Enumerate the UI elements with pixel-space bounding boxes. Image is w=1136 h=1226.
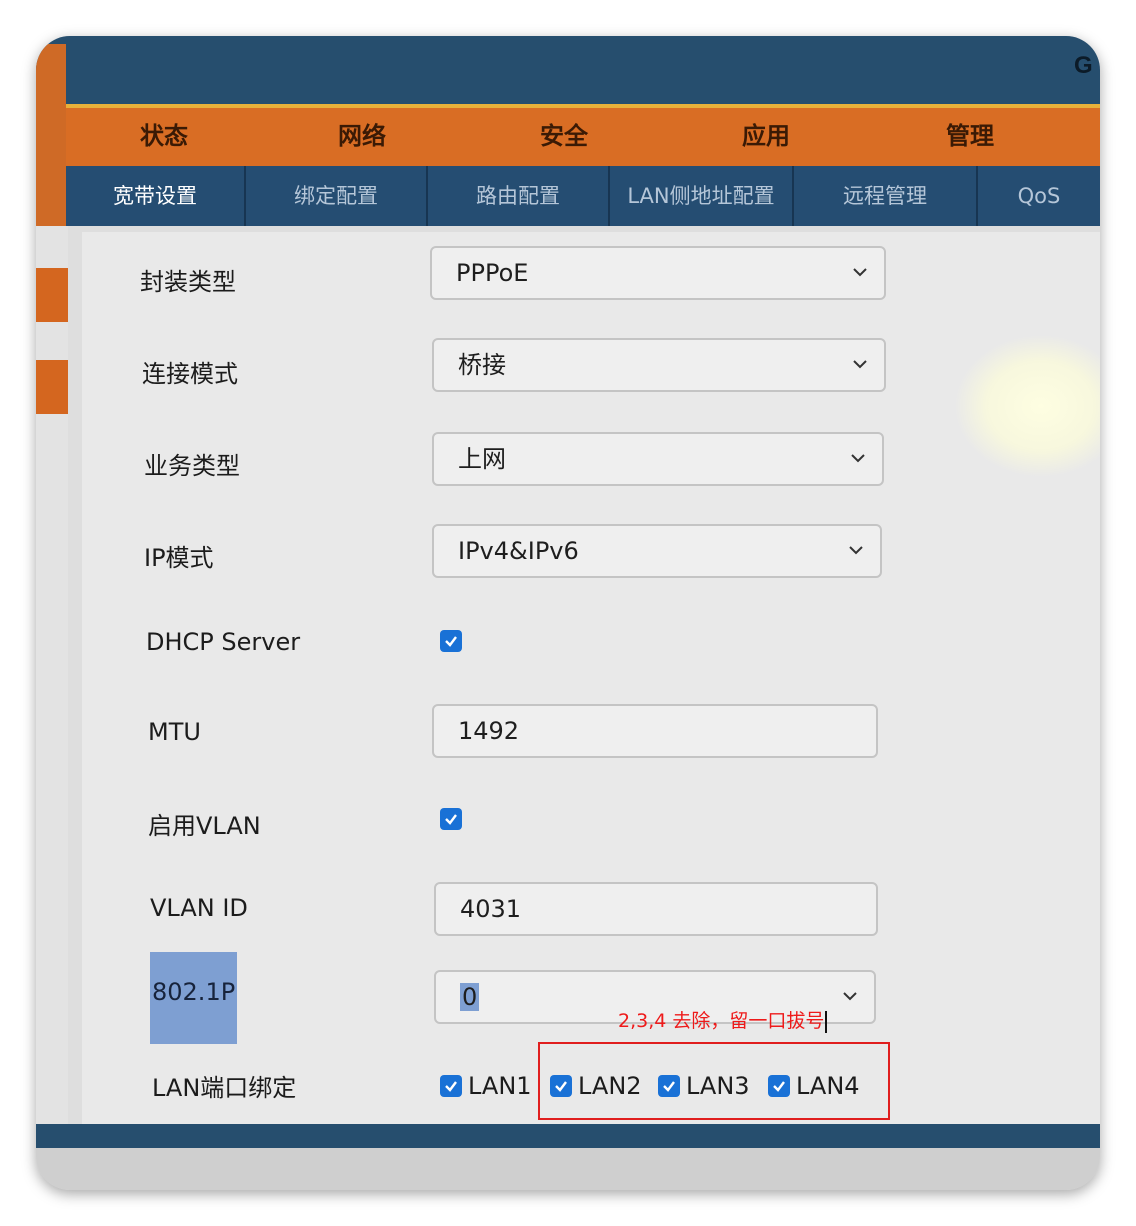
service-type-value: 上网 [458,445,506,473]
bottom-area [36,1148,1100,1190]
lan1-checkbox[interactable] [440,1075,462,1097]
lan-bind-label: LAN端口绑定 [152,1074,297,1102]
vlan-id-label: VLAN ID [150,894,248,922]
tab-qos[interactable]: QoS [978,166,1100,226]
left-accent-bar [36,44,66,234]
check-icon [445,814,457,825]
vlan-enable-checkbox[interactable] [440,808,462,830]
main-nav-status[interactable]: 状态 [140,116,188,151]
vlan-enable-label: 启用VLAN [148,812,261,840]
check-icon [445,1081,457,1092]
mtu-label: MTU [148,718,201,746]
chevron-down-icon [851,454,865,463]
screenshot-frame: G 状态 网络 安全 应用 管理 宽带设置 绑定配置 路由配置 LAN侧地址配置… [36,36,1100,1190]
p8021-value: 0 [460,983,480,1011]
encap-type-label: 封装类型 [140,268,236,296]
tab-broadband-settings[interactable]: 宽带设置 [66,166,246,226]
service-type-label: 业务类型 [144,452,240,480]
connection-mode-value: 桥接 [458,351,506,379]
top-header-bar: G [36,36,1100,108]
p8021-label: 802.1P [150,952,238,1044]
chevron-down-icon [843,992,857,1001]
main-nav: 状态 网络 安全 应用 管理 [66,104,1100,170]
service-type-select[interactable]: 上网 [432,432,884,486]
chevron-down-icon [853,360,867,369]
dhcp-server-label: DHCP Server [146,628,301,656]
dhcp-server-checkbox[interactable] [440,630,462,652]
vlan-id-input[interactable]: 4031 [434,882,878,936]
tab-routing-config[interactable]: 路由配置 [428,166,610,226]
lan1-label: LAN1 [468,1072,532,1100]
brand-logo: G [1074,52,1093,79]
vlan-id-value: 4031 [460,895,522,923]
lan1-option[interactable]: LAN1 [440,1072,532,1100]
connection-mode-label: 连接模式 [142,360,238,388]
annotation-box [538,1042,890,1120]
encap-type-value: PPPoE [456,259,529,287]
sidebar-item-marker[interactable] [36,360,68,414]
sub-nav: 宽带设置 绑定配置 路由配置 LAN侧地址配置 远程管理 QoS [66,166,1100,226]
sidebar [36,226,68,1126]
check-icon [445,636,457,647]
connection-mode-select[interactable]: 桥接 [432,338,886,392]
tab-binding-config[interactable]: 绑定配置 [246,166,428,226]
bottom-bar [36,1124,1100,1148]
annotation-text: 2,3,4 去除，留一口拔号 [618,1006,828,1033]
sidebar-item-marker[interactable] [36,268,68,322]
text-cursor [825,1010,828,1033]
ip-mode-label: IP模式 [144,544,214,572]
ip-mode-value: IPv4&IPv6 [458,537,579,565]
main-nav-security[interactable]: 安全 [540,116,588,151]
tab-remote-management[interactable]: 远程管理 [794,166,978,226]
main-nav-network[interactable]: 网络 [338,116,386,151]
encap-type-select[interactable]: PPPoE [430,246,886,300]
main-nav-management[interactable]: 管理 [946,116,994,151]
mtu-value: 1492 [458,717,520,745]
chevron-down-icon [853,268,867,277]
tab-lan-address-config[interactable]: LAN侧地址配置 [610,166,794,226]
main-nav-application[interactable]: 应用 [742,116,790,151]
chevron-down-icon [849,546,863,555]
ip-mode-select[interactable]: IPv4&IPv6 [432,524,882,578]
annotation-text-content: 2,3,4 去除，留一口拔号 [618,1010,825,1032]
mtu-input[interactable]: 1492 [432,704,878,758]
